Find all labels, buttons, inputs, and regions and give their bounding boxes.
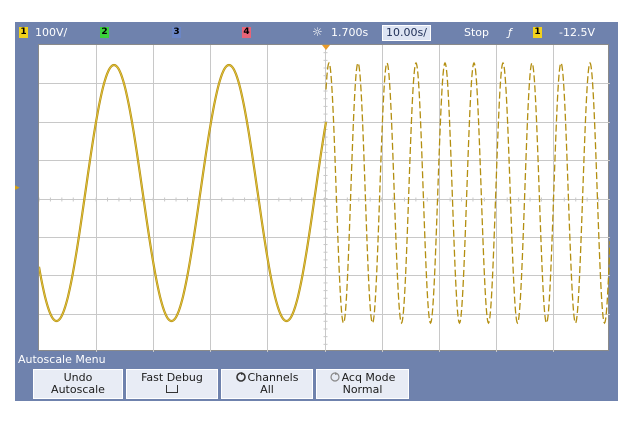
- rotate-knob-icon: [235, 372, 246, 382]
- time-per-division[interactable]: 10.00s/: [382, 25, 431, 41]
- checkbox-icon[interactable]: [166, 385, 178, 393]
- acq-mode-softkey[interactable]: Acq Mode Normal: [316, 369, 409, 399]
- channel-2-indicator[interactable]: 2: [100, 27, 109, 38]
- trigger-slope-icon: ƒ: [508, 26, 512, 39]
- channel-1-scale: 100V/: [35, 26, 68, 39]
- channel-1-indicator[interactable]: 1: [19, 27, 28, 38]
- undo-autoscale-softkey[interactable]: Undo Autoscale: [33, 369, 123, 399]
- channel-1-waveform: [39, 63, 328, 323]
- trigger-position-icon: [322, 45, 330, 50]
- softkey-label: Normal: [342, 383, 383, 396]
- oscilloscope-display: 1 100V/ 2 3 4 ☼ 1.700s 10.00s/ Stop ƒ 1 …: [15, 22, 618, 401]
- softkey-label: All: [260, 383, 274, 396]
- softkey-label: Fast Debug: [141, 371, 203, 384]
- status-bar: 1 100V/ 2 3 4 ☼ 1.700s 10.00s/ Stop ƒ 1 …: [15, 22, 618, 43]
- menu-title: Autoscale Menu: [18, 353, 106, 366]
- rotate-knob-icon: [329, 372, 340, 382]
- channel-4-indicator[interactable]: 4: [242, 27, 251, 38]
- channels-softkey[interactable]: Channels All: [221, 369, 313, 399]
- fast-debug-softkey[interactable]: Fast Debug: [126, 369, 218, 399]
- channel-3-indicator[interactable]: 3: [172, 27, 181, 38]
- run-state: Stop: [464, 26, 490, 39]
- waveform-plot: [39, 45, 610, 352]
- trigger-level: -12.5V: [559, 26, 595, 39]
- channel-1-fast-waveform: [325, 61, 610, 325]
- time-reference-icon: ☼: [312, 25, 323, 39]
- softkey-label: Autoscale: [51, 383, 105, 396]
- trigger-source-indicator: 1: [533, 27, 542, 38]
- waveform-grid: [38, 44, 610, 352]
- time-delay: 1.700s: [331, 26, 369, 39]
- channel-1-ground-marker-icon: ▸: [15, 183, 20, 193]
- channel-1-waveform-highlight: [39, 64, 327, 322]
